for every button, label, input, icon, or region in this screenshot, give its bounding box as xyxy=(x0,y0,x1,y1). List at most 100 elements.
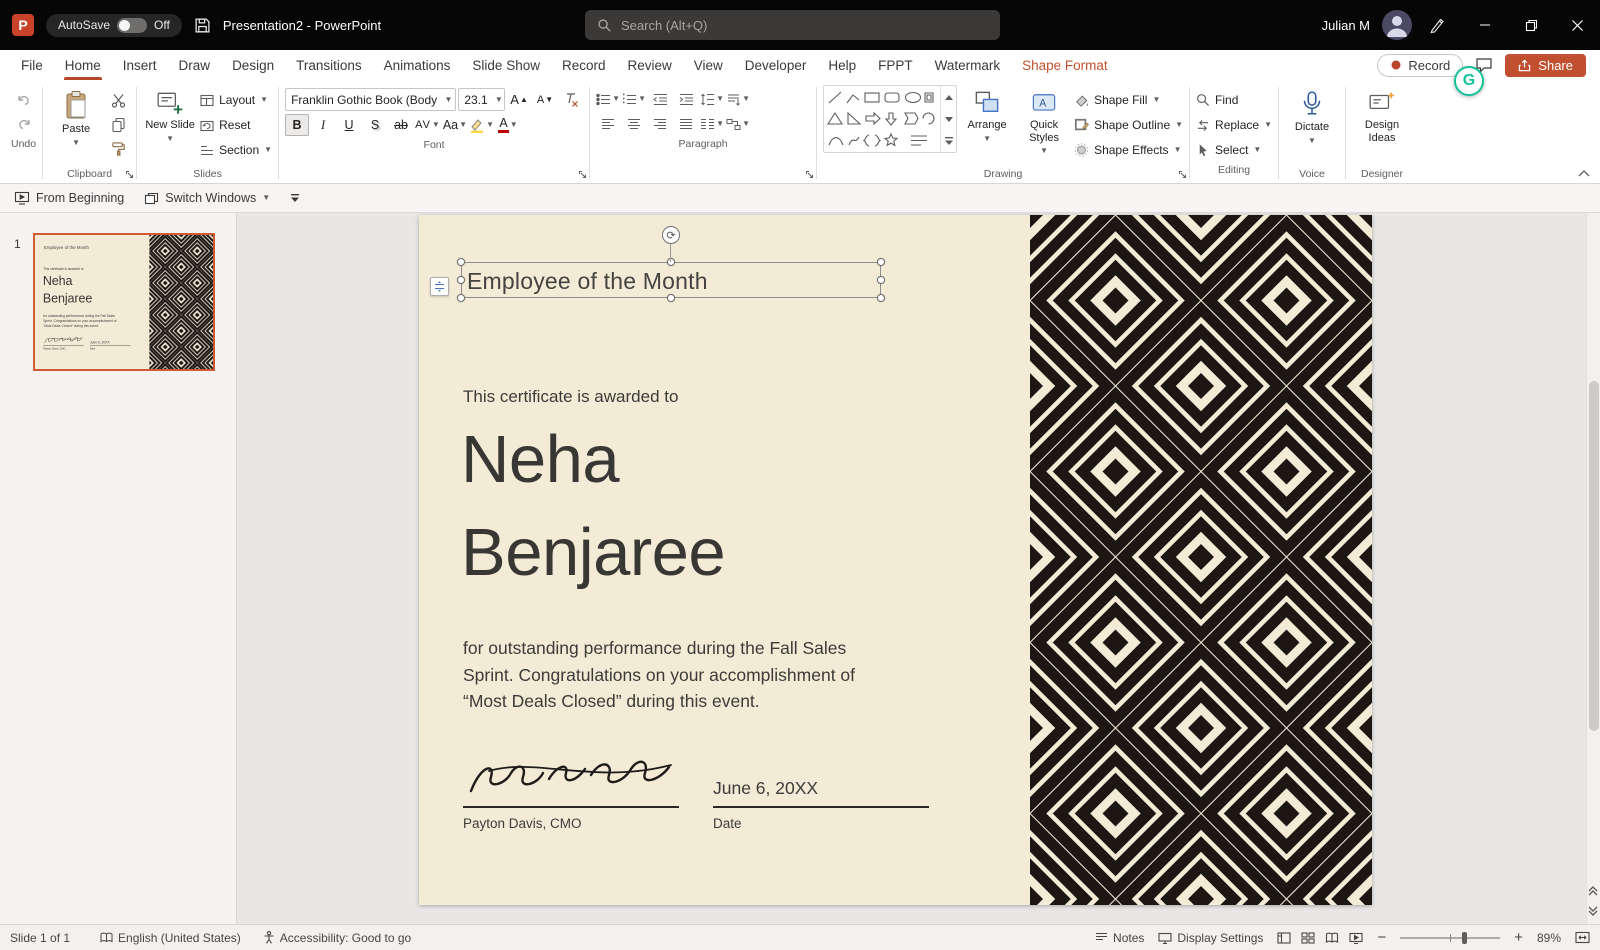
date-value-text[interactable]: June 6, 20XX xyxy=(713,778,818,799)
tab-file[interactable]: File xyxy=(10,50,54,80)
resize-handle-middle-left[interactable] xyxy=(457,276,465,284)
zoom-slider-thumb[interactable] xyxy=(1462,932,1467,944)
columns-button[interactable]: ▼ xyxy=(700,113,724,135)
diamond-pattern-graphic[interactable] xyxy=(1030,215,1372,905)
diamond-pattern-graphic[interactable] xyxy=(149,235,213,369)
zoom-in-button[interactable]: + xyxy=(1514,929,1523,946)
font-name-caret-icon[interactable]: ▼ xyxy=(442,95,456,104)
award-line-text[interactable]: This certificate is awarded to xyxy=(463,387,678,407)
font-dialog-launcher[interactable] xyxy=(578,170,587,179)
tab-draw[interactable]: Draw xyxy=(168,50,222,80)
tab-review[interactable]: Review xyxy=(617,50,683,80)
grammarly-icon[interactable]: G xyxy=(1454,66,1484,96)
bullets-button[interactable]: ▼ xyxy=(596,88,620,110)
slide-title-text[interactable]: Employee of the Month xyxy=(44,245,89,250)
numbering-button[interactable]: ▼ xyxy=(622,88,646,110)
format-painter-button[interactable] xyxy=(106,137,130,159)
tab-design[interactable]: Design xyxy=(221,50,285,80)
slide-sorter-view-button[interactable] xyxy=(1301,932,1315,944)
collapse-ribbon-button[interactable] xyxy=(1578,170,1590,177)
date-value-text[interactable]: June 6, 20XX xyxy=(90,340,110,344)
text-shadow-button[interactable]: S xyxy=(363,114,387,136)
autofit-options-button[interactable] xyxy=(430,277,449,296)
increase-indent-button[interactable] xyxy=(674,88,698,110)
slide-thumbnail[interactable]: Employee of the Month This certificate i… xyxy=(33,233,215,371)
zoom-out-button[interactable]: − xyxy=(1377,929,1386,946)
shape-effects-button[interactable]: Shape Effects▼ xyxy=(1074,139,1183,161)
convert-to-smartart-button[interactable]: ▼ xyxy=(726,113,750,135)
shapes-gallery-more-button[interactable] xyxy=(941,130,956,152)
font-name-input[interactable] xyxy=(286,93,442,107)
copy-button[interactable] xyxy=(106,113,130,135)
slide-canvas[interactable]: Employee of the Month This certificate i… xyxy=(237,213,1600,924)
user-name[interactable]: Julian M xyxy=(1322,18,1370,33)
font-name-combo[interactable]: ▼ xyxy=(285,88,456,111)
normal-view-button[interactable] xyxy=(1277,932,1291,944)
display-settings-button[interactable]: Display Settings xyxy=(1158,931,1263,945)
layout-button[interactable]: Layout▼ xyxy=(200,89,272,111)
font-size-combo[interactable]: ▼ xyxy=(458,88,505,111)
redo-button[interactable] xyxy=(11,113,36,135)
quick-styles-button[interactable]: A Quick Styles ▼ xyxy=(1017,85,1071,155)
dictate-button[interactable]: Dictate ▼ xyxy=(1285,85,1339,145)
shapes-row-misc[interactable] xyxy=(827,132,935,149)
cut-button[interactable] xyxy=(106,89,130,111)
autosave-control[interactable]: AutoSave Off xyxy=(46,14,182,37)
tab-watermark[interactable]: Watermark xyxy=(924,50,1012,80)
resize-handle-bottom-center[interactable] xyxy=(667,294,675,302)
avatar[interactable] xyxy=(1382,10,1412,40)
decrease-font-size-button[interactable]: A▼ xyxy=(533,89,557,111)
align-right-button[interactable] xyxy=(648,113,672,135)
line-spacing-button[interactable]: ▼ xyxy=(700,88,724,110)
date-caption[interactable]: Date xyxy=(90,347,95,350)
tab-help[interactable]: Help xyxy=(817,50,867,80)
new-slide-button[interactable]: New Slide ▼ xyxy=(143,85,197,143)
language-selector[interactable]: English (United States) xyxy=(100,931,241,945)
tab-home[interactable]: Home xyxy=(54,50,112,80)
tab-shape-format[interactable]: Shape Format xyxy=(1011,50,1119,80)
undo-button[interactable] xyxy=(11,89,36,111)
close-button[interactable] xyxy=(1554,0,1600,50)
search-bar[interactable] xyxy=(585,10,1000,40)
drawing-dialog-launcher[interactable] xyxy=(1178,170,1187,179)
title-textbox-selection[interactable] xyxy=(461,262,881,298)
paste-button[interactable]: Paste ▼ xyxy=(49,85,103,147)
slideshow-view-button[interactable] xyxy=(1349,932,1363,944)
zoom-level[interactable]: 89% xyxy=(1537,931,1561,945)
decrease-indent-button[interactable] xyxy=(648,88,672,110)
next-slide-button[interactable] xyxy=(1588,906,1598,916)
tab-fppt[interactable]: FPPT xyxy=(867,50,924,80)
switch-windows-button[interactable]: Switch Windows ▼ xyxy=(144,191,270,205)
tab-slide-show[interactable]: Slide Show xyxy=(461,50,551,80)
strikethrough-button[interactable]: ab xyxy=(389,114,413,136)
select-button[interactable]: Select▼ xyxy=(1196,139,1272,161)
tab-view[interactable]: View xyxy=(683,50,734,80)
vertical-scrollbar[interactable] xyxy=(1586,213,1600,924)
underline-button[interactable]: U xyxy=(337,114,361,136)
paragraph-dialog-launcher[interactable] xyxy=(805,170,814,179)
change-case-button[interactable]: Aa▼ xyxy=(443,114,467,136)
tab-developer[interactable]: Developer xyxy=(734,50,818,80)
resize-handle-top-right[interactable] xyxy=(877,258,885,266)
shapes-scroll-down-button[interactable] xyxy=(941,108,956,130)
shapes-row-basic[interactable] xyxy=(827,110,935,127)
search-input[interactable] xyxy=(621,18,988,33)
recipient-name-text[interactable]: Neha Benjaree xyxy=(43,272,92,307)
resize-handle-bottom-left[interactable] xyxy=(457,294,465,302)
tab-record[interactable]: Record xyxy=(551,50,617,80)
minimize-button[interactable] xyxy=(1462,0,1508,50)
body-paragraph-text[interactable]: for outstanding performance during the F… xyxy=(43,314,121,329)
increase-font-size-button[interactable]: A▲ xyxy=(507,89,531,111)
resize-handle-top-center[interactable] xyxy=(667,258,675,266)
replace-button[interactable]: Replace▼ xyxy=(1196,114,1272,136)
clear-formatting-button[interactable] xyxy=(559,89,583,111)
award-line-text[interactable]: This certificate is awarded to xyxy=(43,267,83,271)
italic-button[interactable]: I xyxy=(311,114,335,136)
signature-caption[interactable]: Payton Davis, CMO xyxy=(43,347,65,350)
shapes-gallery[interactable] xyxy=(823,85,957,153)
reset-button[interactable]: Reset xyxy=(200,114,272,136)
bold-button[interactable]: B xyxy=(285,114,309,136)
scrollbar-thumb[interactable] xyxy=(1589,381,1599,731)
shape-fill-button[interactable]: Shape Fill▼ xyxy=(1074,89,1183,111)
tab-animations[interactable]: Animations xyxy=(373,50,462,80)
